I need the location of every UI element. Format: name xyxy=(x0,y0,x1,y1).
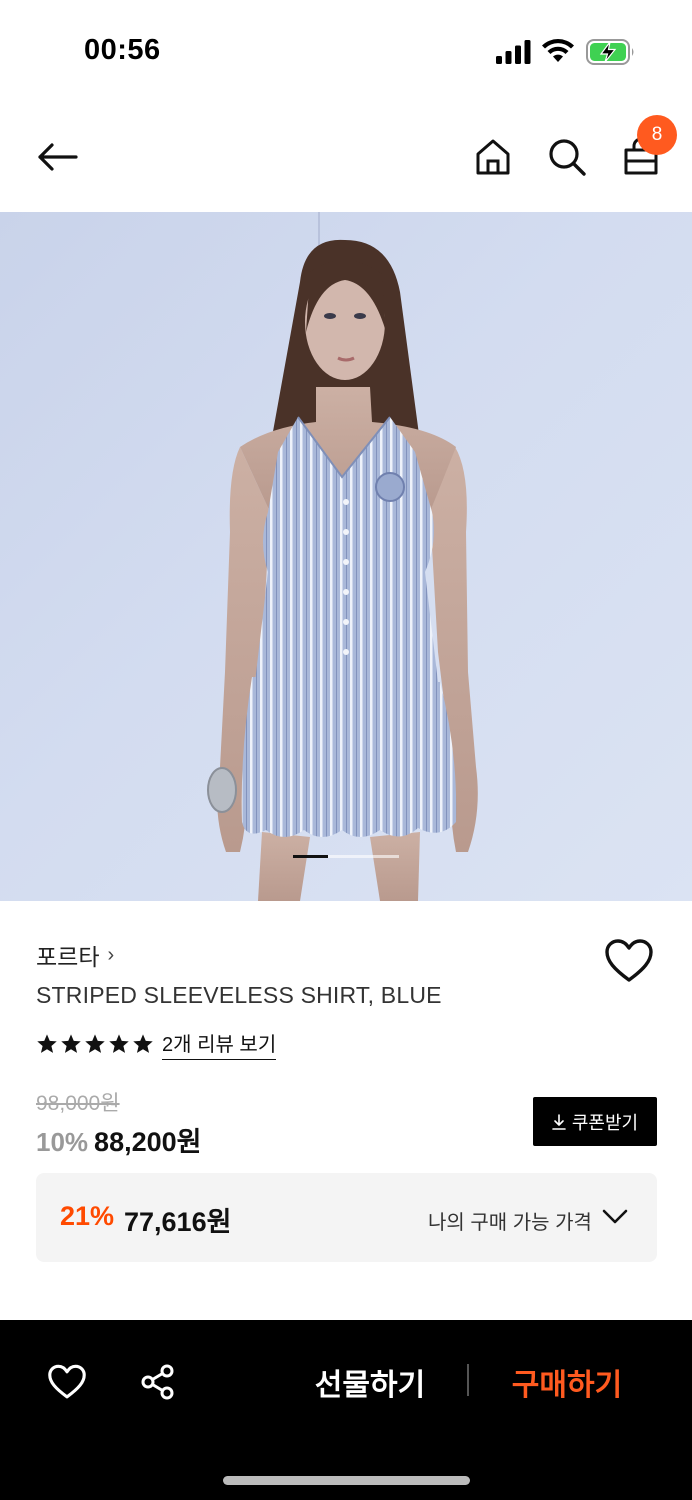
home-indicator[interactable] xyxy=(223,1476,470,1485)
star-icon xyxy=(85,1034,105,1053)
share-button[interactable] xyxy=(136,1360,180,1404)
coupon-label: 쿠폰받기 xyxy=(571,1112,639,1133)
home-icon xyxy=(476,139,510,175)
product-photo xyxy=(207,212,478,901)
carousel-pager-active xyxy=(293,855,328,858)
brand-link[interactable]: 포르타 › xyxy=(36,938,114,972)
share-icon xyxy=(141,1364,174,1400)
coupon-download-button[interactable]: 쿠폰받기 xyxy=(533,1097,657,1146)
status-bar: 00:56 xyxy=(0,0,692,100)
product-image-carousel[interactable] xyxy=(0,212,692,901)
search-icon xyxy=(549,139,586,176)
wishlist-button[interactable] xyxy=(600,933,658,989)
star-icon xyxy=(37,1034,57,1053)
brand-name: 포르타 xyxy=(36,944,100,970)
back-arrow-icon xyxy=(38,143,78,171)
star-icon xyxy=(61,1034,81,1053)
best-price-label: 나의 구매 가능 가격 xyxy=(428,1212,592,1234)
best-price-toggle[interactable]: 21% 77,616원 나의 구매 가능 가격 xyxy=(36,1173,657,1262)
sale-price: 88,200원 xyxy=(94,1127,202,1157)
home-button[interactable] xyxy=(470,132,516,182)
best-price-value: 77,616원 xyxy=(124,1207,232,1237)
chevron-down-icon xyxy=(602,1209,628,1224)
sale-price-row: 10% 88,200원 xyxy=(36,1120,201,1159)
cart-count-badge: 8 xyxy=(637,115,677,155)
search-button[interactable] xyxy=(543,132,591,182)
product-name: STRIPED SLEEVELESS SHIRT, BLUE xyxy=(36,982,442,1008)
best-price-rate: 21% xyxy=(60,1201,115,1231)
original-price: 98,000원 xyxy=(36,1092,120,1115)
chevron-right-icon: › xyxy=(107,943,115,966)
rating-stars xyxy=(36,1033,154,1055)
star-icon xyxy=(133,1034,153,1053)
bottom-wishlist-button[interactable] xyxy=(44,1360,90,1404)
discount-rate: 10% xyxy=(36,1127,89,1157)
bottom-action-bar: 선물하기 구매하기 xyxy=(0,1320,692,1500)
back-button[interactable] xyxy=(30,134,84,180)
top-nav xyxy=(0,110,692,210)
battery-charging-icon xyxy=(586,39,634,65)
signal-icon xyxy=(496,40,531,64)
carousel-pager xyxy=(293,855,399,858)
divider xyxy=(467,1364,469,1396)
buy-button[interactable]: 구매하기 xyxy=(494,1358,640,1406)
gift-button[interactable]: 선물하기 xyxy=(300,1358,440,1406)
status-time: 00:56 xyxy=(84,34,161,66)
review-link[interactable]: 2개 리뷰 보기 xyxy=(162,1028,277,1060)
heart-icon xyxy=(605,939,653,982)
star-icon xyxy=(109,1034,129,1053)
rating: 2개 리뷰 보기 xyxy=(36,1028,277,1060)
wifi-icon xyxy=(542,39,574,62)
heart-icon xyxy=(48,1364,86,1399)
download-icon xyxy=(552,1113,566,1130)
